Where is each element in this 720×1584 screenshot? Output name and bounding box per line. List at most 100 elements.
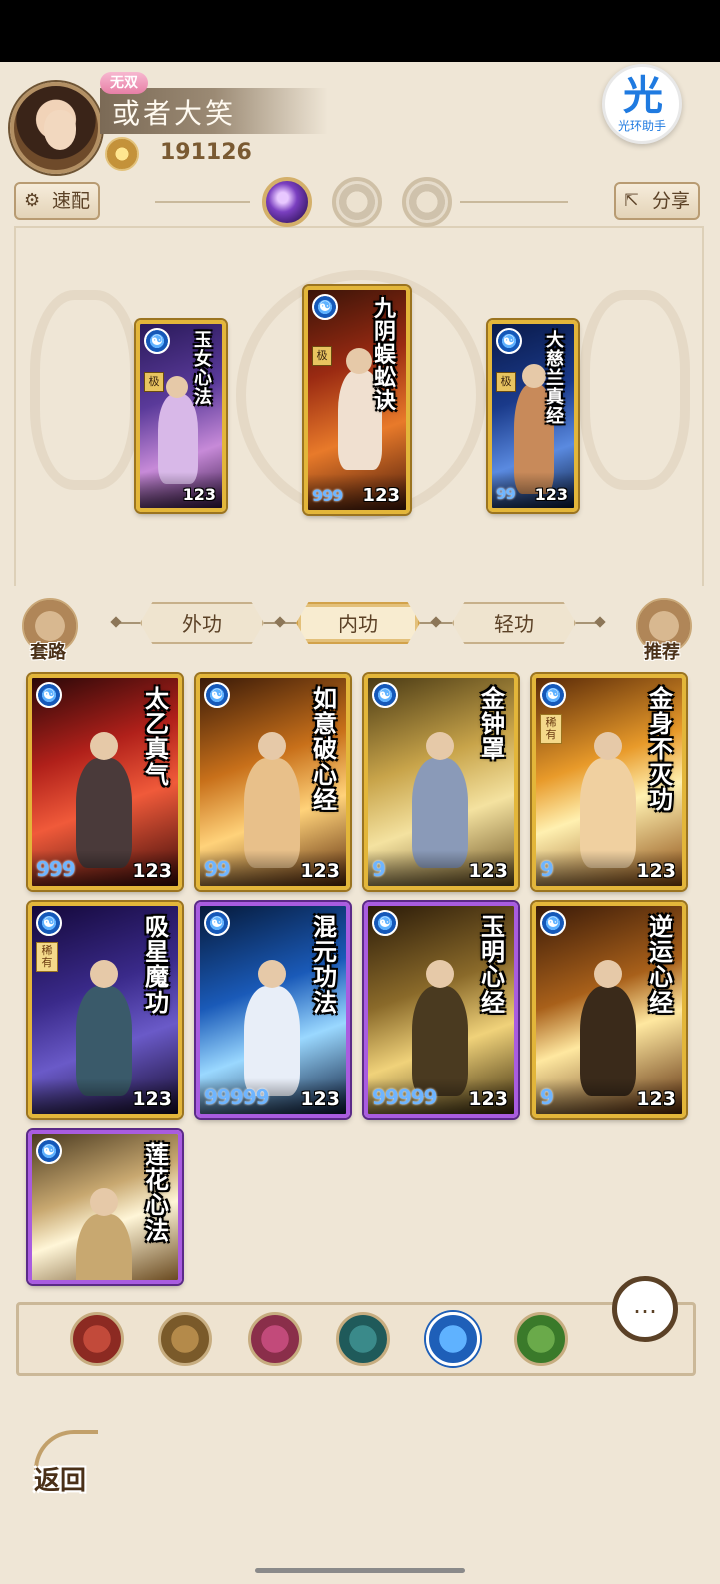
mode-crescent-button[interactable] — [402, 177, 452, 227]
skill-card[interactable]: ☯ 莲花心法 — [28, 1130, 182, 1284]
equipped-card-3[interactable]: ☯ 极 大慈兰真经 99 123 — [488, 320, 578, 512]
grade-tag: 极 — [496, 372, 516, 392]
home-indicator — [255, 1568, 465, 1573]
card-figure — [76, 1214, 132, 1280]
card-figure-head — [166, 376, 188, 398]
equipped-card-2[interactable]: ☯ 极 九阴蜈蚣诀 999 123 — [304, 286, 410, 514]
card-name: 玉女心法 — [194, 330, 212, 408]
card-stars: 999 — [36, 857, 76, 881]
skill-card[interactable]: ☯ 如意破心经 99 123 — [196, 674, 350, 890]
card-level: 123 — [362, 485, 400, 506]
card-name: 逆运心经 — [649, 912, 673, 1017]
yin-yang-icon: ☯ — [144, 328, 170, 354]
card-stars: 99999 — [204, 1085, 270, 1109]
card-name: 吸星魔功 — [145, 912, 169, 1017]
card-name: 九阴蜈蚣诀 — [373, 296, 396, 415]
power-icon — [105, 137, 139, 171]
card-figure-head — [594, 960, 622, 988]
equipped-card-1[interactable]: ☯ 极 玉女心法 123 — [136, 320, 226, 512]
card-figure-head — [346, 348, 372, 374]
card-name: 金钟罩 — [481, 684, 505, 764]
card-name: 金身不灭功 — [649, 684, 673, 814]
yin-yang-icon: ☯ — [372, 682, 398, 708]
card-level: 123 — [636, 860, 676, 882]
back-button[interactable]: 返回 — [30, 1428, 110, 1498]
fist-school-icon[interactable] — [248, 1312, 302, 1366]
avatar[interactable] — [10, 82, 102, 174]
grade-tag: 极 — [312, 346, 332, 366]
routine-label: 套路 — [30, 642, 66, 663]
card-stars: 9 — [372, 857, 386, 881]
tab-neigong[interactable]: 内功 — [296, 602, 420, 644]
mode-sun-button[interactable] — [332, 177, 382, 227]
yin-yang-icon: ☯ — [312, 294, 338, 320]
fan-school-icon[interactable] — [336, 1312, 390, 1366]
yin-yang-icon: ☯ — [372, 910, 398, 936]
card-level: 123 — [182, 485, 216, 504]
card-level: 123 — [300, 860, 340, 882]
mode-moon-button[interactable] — [262, 177, 312, 227]
card-name: 莲花心法 — [145, 1140, 169, 1245]
tab-rail-dot — [430, 616, 442, 628]
share-label: 分享 — [652, 190, 691, 212]
tab-rail-dot — [594, 616, 606, 628]
tab-qinggong[interactable]: 轻功 — [452, 602, 576, 644]
card-level: 123 — [636, 1088, 676, 1110]
back-label: 返回 — [34, 1466, 87, 1496]
card-stars: 999 — [312, 486, 343, 505]
skill-card[interactable]: ☯ 混元功法 99999 123 — [196, 902, 350, 1118]
chat-bubble-icon: … — [633, 1291, 657, 1319]
chat-button[interactable]: … — [612, 1276, 678, 1342]
card-figure-head — [258, 732, 286, 760]
quick-config-label: 速配 — [52, 190, 91, 212]
card-level: 123 — [534, 485, 568, 504]
helper-logo-icon: 光 — [623, 73, 663, 119]
card-stars: 99 — [204, 857, 231, 881]
mode-divider-left — [155, 201, 250, 203]
tab-rail-dot — [110, 616, 122, 628]
card-level: 123 — [300, 1088, 340, 1110]
palm-school-icon[interactable] — [514, 1312, 568, 1366]
card-figure-head — [90, 732, 118, 760]
yin-yang-icon: ☯ — [36, 682, 62, 708]
rarity-tag: 稀有 — [36, 942, 58, 973]
share-button[interactable]: ⇱ 分享 — [614, 182, 700, 220]
mode-divider-right — [460, 201, 568, 203]
card-figure-head — [426, 732, 454, 760]
share-icon: ⇱ — [624, 190, 640, 211]
card-stars: 9 — [540, 1085, 554, 1109]
helper-button[interactable]: 光 光环助手 — [602, 64, 682, 144]
yin-yang-icon: ☯ — [204, 682, 230, 708]
title-badge: 无双 — [100, 72, 148, 94]
quick-config-button[interactable]: ⚙ 速配 — [14, 182, 100, 220]
card-name: 太乙真气 — [145, 684, 169, 789]
card-level: 123 — [132, 860, 172, 882]
status-bar — [0, 0, 720, 62]
skill-card[interactable]: ☯ 稀有 吸星魔功 123 — [28, 902, 182, 1118]
power-value: 191126 — [160, 140, 252, 165]
card-stars: 99999 — [372, 1085, 438, 1109]
skill-card[interactable]: ☯ 逆运心经 9 123 — [532, 902, 686, 1118]
skill-card[interactable]: ☯ 太乙真气 999 123 — [28, 674, 182, 890]
gear-icon: ⚙ — [24, 190, 41, 211]
card-figure-head — [90, 960, 118, 988]
tab-waigong[interactable]: 外功 — [140, 602, 264, 644]
yin-yang-school-icon[interactable] — [426, 1312, 480, 1366]
skill-card[interactable]: ☯ 金钟罩 9 123 — [364, 674, 518, 890]
card-figure-head — [90, 1188, 118, 1216]
yin-yang-icon: ☯ — [36, 1138, 62, 1164]
card-level: 123 — [132, 1088, 172, 1110]
tab-rail-dot — [274, 616, 286, 628]
skill-card[interactable]: ☯ 玉明心经 99999 123 — [364, 902, 518, 1118]
yin-yang-icon: ☯ — [36, 910, 62, 936]
card-figure-head — [258, 960, 286, 988]
blade-school-icon[interactable] — [158, 1312, 212, 1366]
sword-school-icon[interactable] — [70, 1312, 124, 1366]
player-name: 或者大笑 — [112, 97, 237, 130]
yin-yang-icon: ☯ — [540, 910, 566, 936]
card-figure-head — [426, 960, 454, 988]
card-stars: 9 — [540, 857, 554, 881]
yin-yang-icon: ☯ — [204, 910, 230, 936]
skill-card[interactable]: ☯ 稀有 金身不灭功 9 123 — [532, 674, 686, 890]
grade-tag: 极 — [144, 372, 164, 392]
